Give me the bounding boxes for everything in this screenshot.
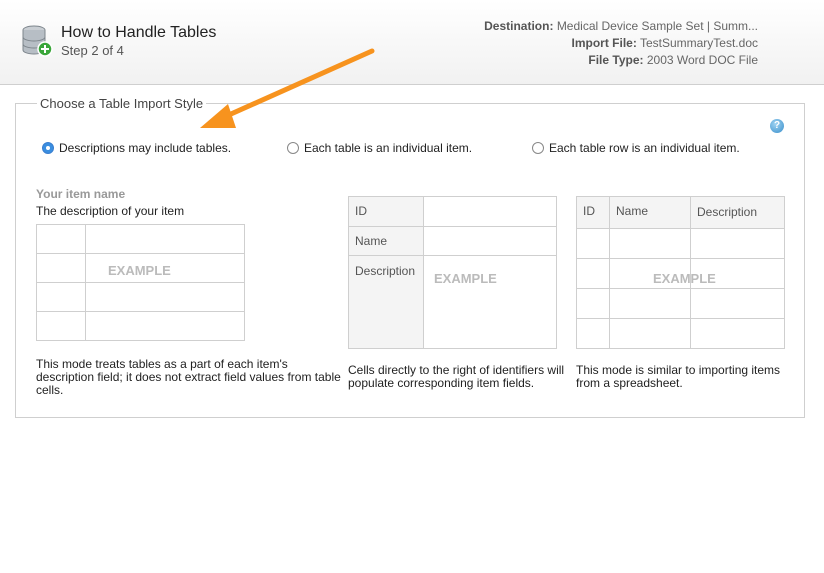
header-cell: ID xyxy=(576,196,610,229)
option-label: Descriptions may include tables. xyxy=(59,141,232,155)
import-file-value: TestSummaryTest.doc xyxy=(639,36,758,50)
destination-label: Destination: xyxy=(484,19,554,33)
option-descriptions-include-tables[interactable]: Descriptions may include tables. xyxy=(42,141,231,155)
database-add-icon xyxy=(22,25,53,57)
file-type-value: 2003 Word DOC File xyxy=(646,53,758,67)
import-meta: Destination: Medical Device Sample Set |… xyxy=(484,18,758,69)
mode-description-1: This mode treats tables as a part of eac… xyxy=(36,357,341,397)
example-table-1 xyxy=(36,224,245,341)
panel-legend: Choose a Table Import Style xyxy=(37,96,207,111)
wizard-header: How to Handle Tables Step 2 of 4 Destina… xyxy=(0,0,824,85)
example-item-name: Your item name xyxy=(36,187,126,201)
radio-icon[interactable] xyxy=(287,142,299,154)
option-table-individual-item[interactable]: Each table is an individual item. xyxy=(287,141,472,155)
destination-value: Medical Device Sample Set | Summ... xyxy=(556,19,758,33)
identifier-cell: Name xyxy=(348,226,424,256)
import-file-label: Import File: xyxy=(571,36,637,50)
example-watermark: EXAMPLE xyxy=(653,271,716,286)
radio-icon[interactable] xyxy=(532,142,544,154)
header-cell: Name xyxy=(609,196,691,229)
radio-selected-icon[interactable] xyxy=(42,142,54,154)
identifier-cell: ID xyxy=(348,196,424,227)
option-row-individual-item[interactable]: Each table row is an individual item. xyxy=(532,141,740,155)
step-indicator: Step 2 of 4 xyxy=(61,43,124,58)
destination-line: Destination: Medical Device Sample Set |… xyxy=(484,18,758,35)
option-label: Each table is an individual item. xyxy=(304,141,473,155)
example-watermark: EXAMPLE xyxy=(434,271,497,286)
option-label: Each table row is an individual item. xyxy=(549,141,740,155)
import-file-line: Import File: TestSummaryTest.doc xyxy=(484,35,758,52)
identifier-cell: Description xyxy=(348,255,424,349)
mode-description-2: Cells directly to the right of identifie… xyxy=(348,363,565,390)
file-type-label: File Type: xyxy=(588,53,644,67)
file-type-line: File Type: 2003 Word DOC File xyxy=(484,52,758,69)
help-icon[interactable]: ? xyxy=(770,119,784,133)
example-watermark: EXAMPLE xyxy=(108,263,171,278)
header-cell: Description xyxy=(690,196,785,229)
page-title: How to Handle Tables xyxy=(61,24,217,41)
example-item-description: The description of your item xyxy=(36,204,185,218)
mode-description-3: This mode is similar to importing items … xyxy=(576,363,781,390)
